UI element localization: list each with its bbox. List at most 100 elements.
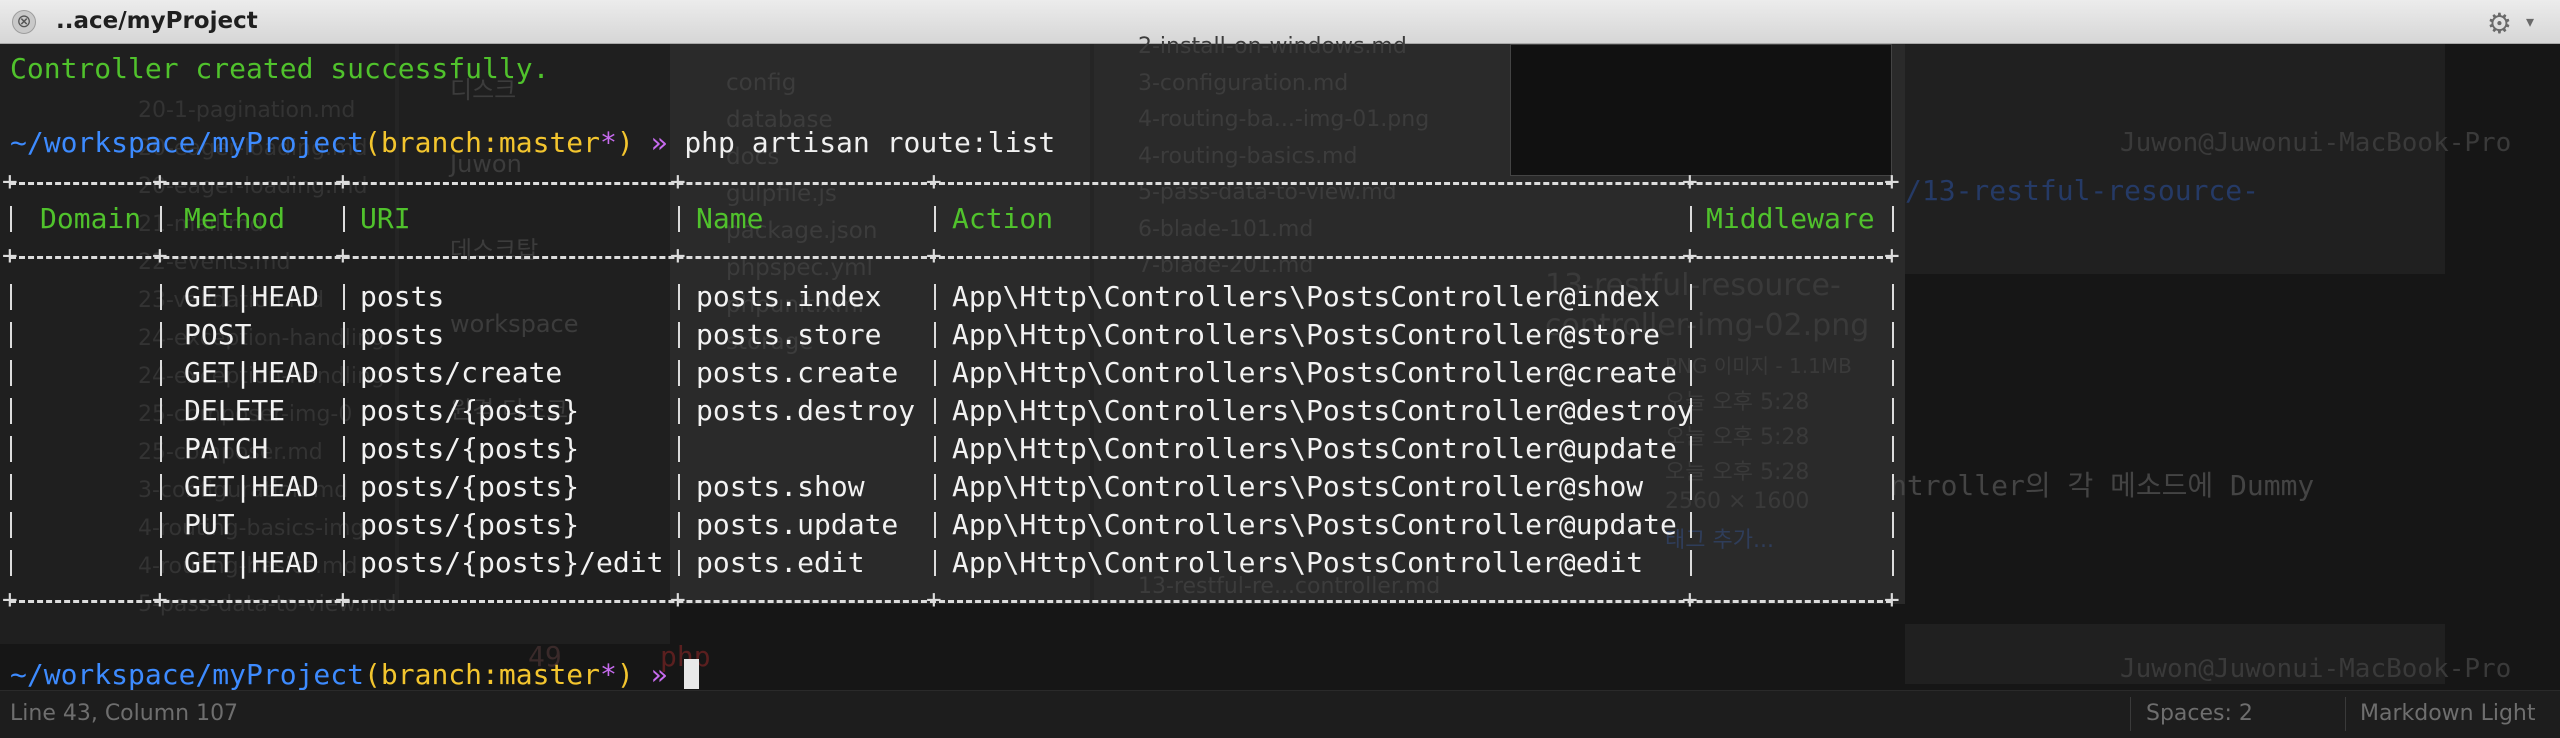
table-column-separator: [343, 436, 345, 462]
table-corner: +: [2, 241, 18, 271]
table-corner: +: [152, 585, 168, 615]
table-cell-method: GET|HEAD: [184, 356, 319, 389]
table-column-separator: [10, 436, 12, 462]
table-column-separator: [934, 550, 936, 576]
table-column-separator: [343, 550, 345, 576]
table-column-separator: [934, 360, 936, 386]
table-column-separator: [160, 206, 162, 232]
table-column-separator: [160, 322, 162, 348]
table-corner: +: [926, 585, 942, 615]
table-cell-uri: posts/{posts}: [360, 432, 580, 465]
table-cell-name: posts.update: [696, 508, 899, 541]
table-corner: +: [1682, 241, 1698, 271]
table-column-separator: [1690, 284, 1692, 310]
table-corner: +: [670, 585, 686, 615]
table-column-separator: [10, 512, 12, 538]
table-corner: +: [1884, 585, 1900, 615]
table-cell-action: App\Http\Controllers\PostsController@des…: [952, 394, 1694, 427]
table-column-separator: [1690, 512, 1692, 538]
table-cell-name: posts.edit: [696, 546, 865, 579]
table-column-separator: [934, 322, 936, 348]
prompt-branch: (branch:master: [364, 658, 601, 691]
table-column-separator: [343, 474, 345, 500]
table-header-action: Action: [952, 202, 1054, 235]
table-cell-uri: posts: [360, 318, 445, 351]
table-column-separator: [1892, 398, 1894, 424]
table-column-separator: [1690, 360, 1692, 386]
prompt-star: *: [600, 126, 617, 159]
prompt-close: ): [616, 658, 634, 691]
table-corner: +: [2, 585, 18, 615]
table-cell-name: posts.show: [696, 470, 865, 503]
status-bar: Line 43, Column 107 Spaces: 2 Markdown L…: [0, 690, 2560, 738]
indentation-setting[interactable]: Spaces: 2: [2146, 701, 2253, 726]
table-cell-uri: posts: [360, 280, 445, 313]
table-column-separator: [10, 206, 12, 232]
prompt-path: ~/workspace/myProject: [10, 126, 365, 159]
table-column-separator: [10, 474, 12, 500]
terminal[interactable]: Controller created successfully. ~/works…: [0, 0, 2560, 738]
table-column-separator: [343, 284, 345, 310]
table-corner: +: [335, 167, 351, 197]
table-border-line: [10, 600, 1892, 603]
table-column-separator: [343, 512, 345, 538]
table-column-separator: [343, 322, 345, 348]
table-border-line: [10, 256, 1892, 259]
table-header-middleware: Middleware: [1706, 202, 1875, 235]
table-column-separator: [1892, 206, 1894, 232]
table-corner: +: [1682, 167, 1698, 197]
table-cell-method: GET|HEAD: [184, 546, 319, 579]
table-corner: +: [670, 167, 686, 197]
table-column-separator: [343, 206, 345, 232]
table-header-name: Name: [696, 202, 764, 235]
table-corner: +: [152, 167, 168, 197]
table-column-separator: [160, 436, 162, 462]
cursor-position[interactable]: Line 43, Column 107: [10, 701, 238, 726]
table-column-separator: [678, 550, 680, 576]
table-column-separator: [1892, 360, 1894, 386]
table-column-separator: [1892, 284, 1894, 310]
prompt-branch: (branch:master: [364, 126, 601, 159]
status-divider: [2345, 697, 2346, 731]
table-cell-method: DELETE: [184, 394, 286, 427]
table-corner: +: [1884, 241, 1900, 271]
table-cell-method: GET|HEAD: [184, 280, 319, 313]
prompt-path: ~/workspace/myProject: [10, 658, 365, 691]
table-column-separator: [934, 436, 936, 462]
table-cell-name: posts.create: [696, 356, 899, 389]
prompt-line-1: ~/workspace/myProject(branch:master*) » …: [10, 124, 1055, 162]
table-column-separator: [1892, 512, 1894, 538]
table-cell-uri: posts/{posts}: [360, 394, 580, 427]
table-column-separator: [1690, 474, 1692, 500]
prompt-line-2[interactable]: ~/workspace/myProject(branch:master*) »: [10, 656, 700, 694]
syntax-selector[interactable]: Markdown Light: [2360, 701, 2536, 726]
table-column-separator: [1690, 436, 1692, 462]
table-column-separator: [1892, 550, 1894, 576]
table-column-separator: [10, 550, 12, 576]
table-column-separator: [678, 284, 680, 310]
prompt-symbol: »: [650, 658, 668, 691]
table-header-method: Method: [184, 202, 286, 235]
table-column-separator: [160, 360, 162, 386]
command-text: php artisan route:list: [684, 126, 1056, 159]
table-column-separator: [934, 474, 936, 500]
table-corner: +: [1884, 167, 1900, 197]
table-column-separator: [1892, 322, 1894, 348]
table-cell-method: POST: [184, 318, 252, 351]
table-column-separator: [678, 474, 680, 500]
table-corner: +: [152, 241, 168, 271]
table-cell-action: App\Http\Controllers\PostsController@cre…: [952, 356, 1677, 389]
terminal-cursor[interactable]: [684, 659, 700, 689]
table-column-separator: [678, 206, 680, 232]
table-cell-name: posts.destroy: [696, 394, 916, 427]
table-column-separator: [1690, 322, 1692, 348]
table-column-separator: [934, 398, 936, 424]
table-border-line: [10, 182, 1892, 185]
table-column-separator: [1690, 206, 1692, 232]
table-column-separator: [343, 360, 345, 386]
table-corner: +: [670, 241, 686, 271]
table-column-separator: [10, 360, 12, 386]
table-corner: +: [335, 241, 351, 271]
table-corner: +: [926, 167, 942, 197]
table-header-domain: Domain: [40, 202, 142, 235]
